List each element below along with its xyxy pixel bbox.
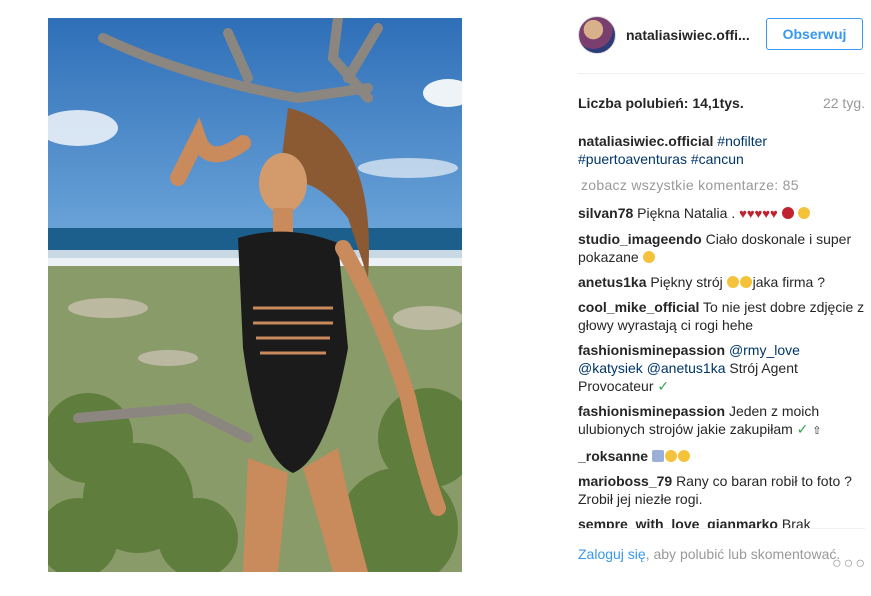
comment: silvan78 Piękna Natalia . ♥♥♥♥♥	[578, 204, 865, 223]
check-icon: ✓	[657, 378, 670, 394]
hearts-emoji-icon: ♥♥♥♥♥	[739, 206, 778, 221]
post-age[interactable]: 22 tyg.	[823, 95, 865, 111]
comment: anetus1ka Piękny strój jaka firma ?	[578, 273, 865, 291]
comment-username[interactable]: marioboss_79	[578, 473, 672, 489]
comment-username[interactable]: studio_imageendo	[578, 231, 702, 247]
hashtag-cancun[interactable]: #cancun	[691, 151, 744, 167]
likes-count: Liczba polubień: 14,1tys.	[578, 95, 744, 111]
smile-emoji-icon	[677, 450, 690, 462]
mention[interactable]: @anetus1ka	[647, 360, 726, 376]
header-divider	[578, 73, 865, 74]
caption: nataliasiwiec.official #nofilter #puerto…	[578, 132, 865, 168]
more-options-icon[interactable]: ○○○	[832, 554, 867, 574]
surprised-emoji-icon	[798, 207, 811, 219]
view-all-comments-link[interactable]: zobacz wszystkie komentarze: 85	[581, 176, 865, 194]
hashtag-puertoaventuras[interactable]: #puertoaventuras	[578, 151, 687, 167]
heart-eyes-emoji-icon	[664, 450, 677, 462]
caption-username[interactable]: nataliasiwiec.official	[578, 133, 713, 149]
avatar[interactable]	[578, 16, 616, 54]
comment-username[interactable]: silvan78	[578, 205, 633, 221]
follow-button[interactable]: Obserwuj	[766, 18, 863, 50]
comment-text: Brak	[781, 516, 811, 528]
post-footer: Zaloguj się, aby polubić lub skomentować…	[578, 544, 865, 572]
comment-username[interactable]: fashionisminepassion	[578, 403, 725, 419]
smile-emoji-icon	[726, 276, 739, 288]
comment: cool_mike_official To nie jest dobre zdj…	[578, 298, 865, 334]
comments-list[interactable]: nataliasiwiec.official #nofilter #puerto…	[578, 132, 865, 528]
likes-row: Liczba polubień: 14,1tys. 22 tyg.	[578, 95, 865, 111]
grin-emoji-icon	[642, 251, 655, 263]
hashtag-nofilter[interactable]: #nofilter	[717, 133, 767, 149]
comment: studio_imageendo Ciało doskonale i super…	[578, 230, 865, 266]
footer-divider	[578, 528, 865, 529]
mention[interactable]: @katysiek	[578, 360, 643, 376]
post-header: nataliasiwiec.offi... Obserwuj	[578, 14, 865, 56]
post-author-username[interactable]: nataliasiwiec.offi...	[626, 27, 750, 43]
mention[interactable]: @rmy_love	[729, 342, 800, 358]
comment: fashionisminepassion @rmy_love @katysiek…	[578, 341, 865, 395]
lips-emoji-icon	[781, 207, 794, 219]
comment-text: Piękna Natalia .	[637, 205, 736, 221]
comment: fashionisminepassion Jeden z moich ulubi…	[578, 402, 865, 440]
comment-text-cont: jaka firma ?	[752, 274, 825, 290]
login-prompt: , aby polubić lub skomentować.	[645, 546, 841, 562]
comment-username[interactable]: _roksanne	[578, 448, 648, 464]
comment: _roksanne	[578, 447, 865, 465]
comment-username[interactable]: fashionisminepassion	[578, 342, 725, 358]
comment: marioboss_79 Rany co baran robił to foto…	[578, 472, 865, 508]
check-icon: ✓	[796, 421, 809, 437]
login-link[interactable]: Zaloguj się	[578, 546, 646, 562]
comment: sempre_with_love_gianmarko Brak	[578, 515, 865, 528]
scream-emoji-icon	[651, 450, 664, 462]
heart-eyes-emoji-icon	[739, 276, 752, 288]
comment-text: Piękny strój	[650, 274, 723, 290]
comment-username[interactable]: anetus1ka	[578, 274, 646, 290]
post-photo[interactable]	[48, 18, 462, 572]
top-arrow-icon: ⇧	[812, 425, 822, 437]
comment-username[interactable]: cool_mike_official	[578, 299, 699, 315]
comment-username[interactable]: sempre_with_love_gianmarko	[578, 516, 778, 528]
